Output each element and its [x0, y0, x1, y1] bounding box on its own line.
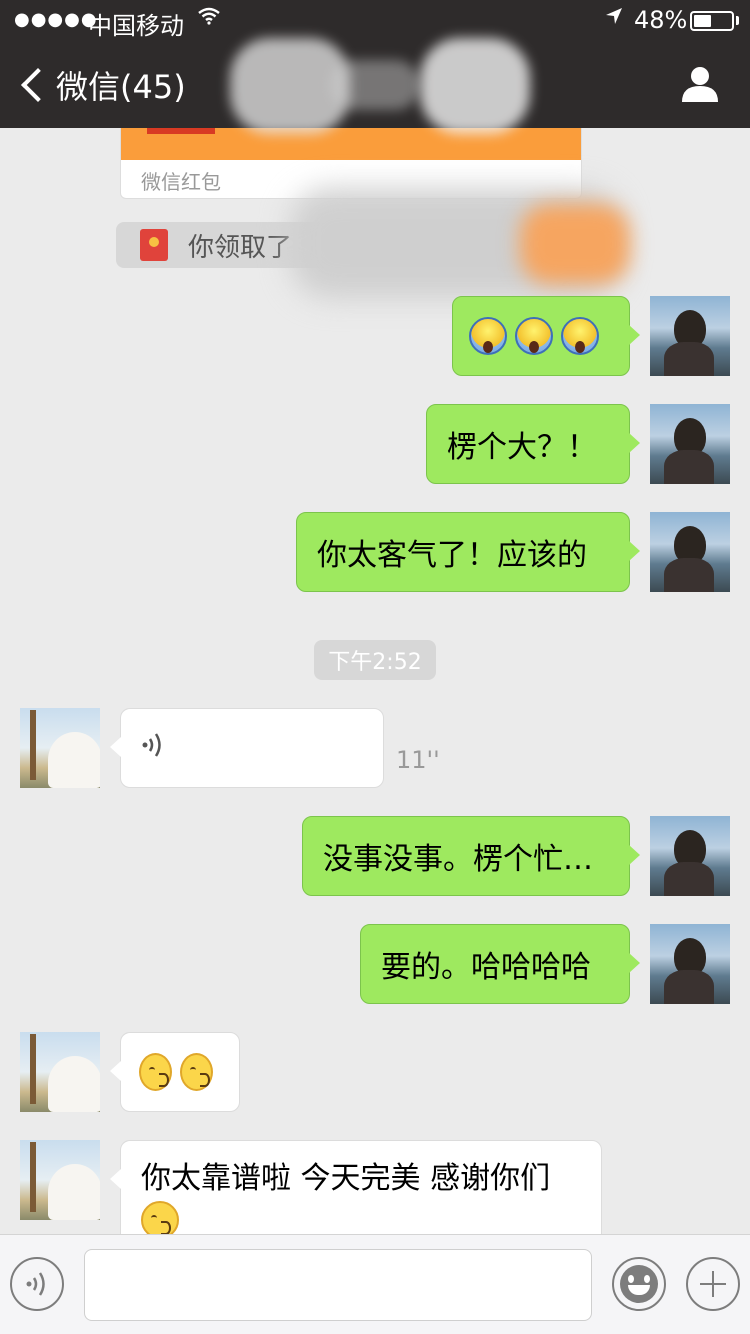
message-input[interactable]: [84, 1249, 592, 1321]
message-text: 你太靠谱啦 今天完美 感谢你们: [141, 1161, 551, 1196]
face-screaming-in-fear-icon: [515, 317, 553, 355]
contact-avatar[interactable]: [20, 1140, 100, 1220]
my-avatar[interactable]: [650, 404, 730, 484]
battery-percent: 48%: [634, 6, 688, 34]
voice-input-button[interactable]: [10, 1257, 64, 1311]
redacted-scribble: [330, 60, 420, 110]
kissing-face-icon: [139, 1053, 172, 1091]
voice-message-bubble[interactable]: [110, 708, 384, 788]
back-label: 微信(45): [56, 68, 186, 106]
location-arrow-icon: [604, 6, 624, 31]
my-message-bubble[interactable]: 要的。哈哈哈哈: [360, 924, 640, 1004]
my-message-bubble[interactable]: 你太客气了！应该的: [296, 512, 640, 592]
face-screaming-in-fear-icon: [469, 317, 507, 355]
contact-avatar[interactable]: [20, 1032, 100, 1112]
more-options-button[interactable]: [686, 1257, 740, 1311]
my-avatar[interactable]: [650, 512, 730, 592]
status-bar: ●●●●● 中国移动 48%: [0, 0, 750, 40]
battery-icon: [690, 11, 734, 31]
chat-message-list[interactable]: 微信红包 你领取了 楞个大？！ 你太客气了！应该的 下午2:52 11'' 没事…: [0, 128, 750, 1234]
back-button[interactable]: 微信(45): [16, 58, 186, 112]
battery-level-fill: [694, 15, 711, 27]
kissing-face-icon: [180, 1053, 213, 1091]
battery-terminal: [736, 16, 739, 25]
message-text: 没事没事。楞个忙…: [323, 842, 593, 877]
contact-message-bubble[interactable]: 你太靠谱啦 今天完美 感谢你们: [110, 1140, 602, 1234]
my-message-bubble[interactable]: [452, 296, 640, 376]
time-separator: 下午2:52: [314, 640, 436, 680]
redacted-scribble: [420, 38, 530, 134]
red-packet-banner: [121, 128, 581, 160]
wifi-icon: [198, 6, 220, 31]
my-avatar[interactable]: [650, 816, 730, 896]
contact-message-bubble[interactable]: [110, 1032, 240, 1112]
plus-icon: [712, 1271, 714, 1297]
signal-strength-icon: ●●●●●: [14, 9, 98, 30]
message-text: 楞个大？！: [447, 430, 597, 465]
carrier-name: 中国移动: [88, 12, 184, 40]
voice-wave-icon: [141, 730, 167, 766]
message-text: 你太客气了！应该的: [317, 538, 587, 573]
voice-duration: 11'': [396, 746, 440, 774]
my-avatar[interactable]: [650, 296, 730, 376]
chat-info-person-icon[interactable]: [680, 64, 720, 104]
smiley-icon: [620, 1265, 658, 1303]
input-bar: [0, 1234, 750, 1334]
system-notice-text: 你领取了: [188, 232, 293, 263]
top-bar: ●●●●● 中国移动 48% 微信(45): [0, 0, 750, 134]
message-text: 要的。哈哈哈哈: [381, 950, 591, 985]
my-avatar[interactable]: [650, 924, 730, 1004]
redacted-scribble: [520, 204, 630, 284]
emoji-picker-button[interactable]: [612, 1257, 666, 1311]
face-screaming-in-fear-icon: [561, 317, 599, 355]
red-packet-icon: [140, 229, 168, 261]
back-chevron-icon: [21, 68, 55, 102]
kissing-face-icon: [141, 1200, 179, 1234]
red-packet-tag: [147, 128, 215, 134]
contact-avatar[interactable]: [20, 708, 100, 788]
my-message-bubble[interactable]: 楞个大？！: [426, 404, 640, 484]
my-message-bubble[interactable]: 没事没事。楞个忙…: [302, 816, 640, 896]
